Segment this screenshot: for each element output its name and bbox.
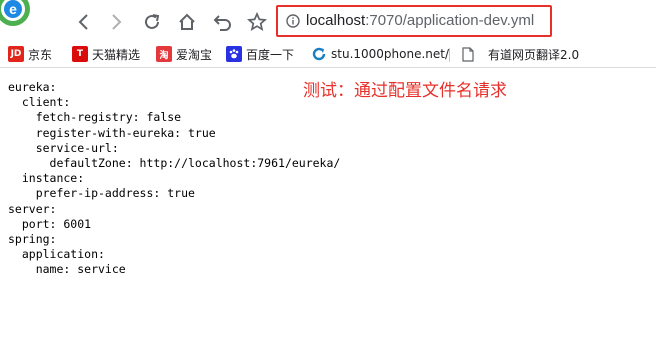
bookmark-label: 天猫精选 — [92, 47, 141, 62]
bookmark-youdao[interactable]: 有道网页翻译2.0 — [460, 44, 579, 64]
undo-icon — [213, 15, 231, 31]
bookmark-label: 百度一下 — [246, 47, 295, 62]
browser-logo-icon: e — [0, 0, 30, 30]
home-button[interactable] — [176, 11, 198, 33]
bookmark-jd[interactable]: JD 京东 — [8, 44, 52, 64]
bookmark-label: stu.1000phone.net/ — [331, 47, 450, 61]
yaml-line: port: 6001 — [8, 216, 92, 231]
taobao-icon: 淘 — [156, 46, 172, 62]
bookmark-star-button[interactable] — [246, 11, 268, 33]
annotation-text: 测试：通过配置文件名请求 — [303, 81, 507, 101]
yaml-line: fetch-registry: false — [8, 110, 182, 125]
yaml-line: server: — [8, 201, 57, 216]
back-arrow-icon — [78, 14, 88, 30]
yaml-line: name: service — [8, 262, 126, 277]
yaml-line: client: — [8, 95, 71, 110]
yaml-line: eureka: — [8, 80, 57, 94]
url-host: localhost — [306, 12, 366, 29]
bookmark-label: 有道网页翻译2.0 — [488, 47, 580, 62]
info-icon — [286, 14, 300, 28]
url-text[interactable]: localhost:7070/application-dev.yml — [306, 12, 534, 30]
back-button[interactable] — [72, 11, 94, 33]
bookmark-tmall[interactable]: T 天猫精选 — [72, 44, 140, 64]
bookmark-label: 京东 — [28, 47, 53, 62]
browser-toolbar: e localhost:7070/application-dev.yml — [0, 0, 656, 40]
undo-button[interactable] — [212, 11, 234, 33]
yaml-line: instance: — [8, 171, 85, 186]
forward-button[interactable] — [106, 11, 128, 33]
yaml-line: defaultZone: http://localhost:7961/eurek… — [8, 156, 341, 171]
reload-icon — [145, 14, 160, 29]
yaml-line: spring: — [8, 232, 57, 247]
yaml-content: eureka: client: fetch-registry: false re… — [8, 80, 340, 278]
refresh-logo-icon — [311, 46, 327, 62]
svg-text:e: e — [9, 1, 17, 17]
forward-arrow-icon — [112, 14, 122, 30]
bookmarks-divider — [449, 48, 450, 62]
yaml-line: register-with-eureka: true — [8, 125, 216, 140]
yaml-line: prefer-ip-address: true — [8, 186, 195, 201]
document-body: eureka: client: fetch-registry: false re… — [8, 80, 340, 278]
url-path: :7070/application-dev.yml — [365, 12, 535, 29]
home-icon — [179, 13, 195, 30]
reload-button[interactable] — [141, 11, 163, 33]
yaml-line: service-url: — [8, 140, 119, 155]
yaml-line: application: — [8, 247, 105, 262]
star-icon — [247, 12, 267, 31]
jd-icon: JD — [8, 46, 24, 62]
page-icon — [460, 46, 476, 62]
bookmark-taobao[interactable]: 淘 爱淘宝 — [156, 44, 212, 64]
bookmark-baidu[interactable]: 百度一下 — [226, 44, 294, 64]
bookmark-label: 爱淘宝 — [176, 47, 213, 62]
address-bar[interactable]: localhost:7070/application-dev.yml — [276, 5, 552, 37]
baidu-paw-icon — [226, 46, 242, 62]
bookmark-stu-1000phone[interactable]: stu.1000phone.net/ — [311, 44, 449, 64]
tmall-icon: T — [72, 46, 88, 62]
bookmarks-bar: JD 京东 T 天猫精选 淘 爱淘宝 百度一下 stu.1000phone.ne… — [0, 40, 656, 68]
